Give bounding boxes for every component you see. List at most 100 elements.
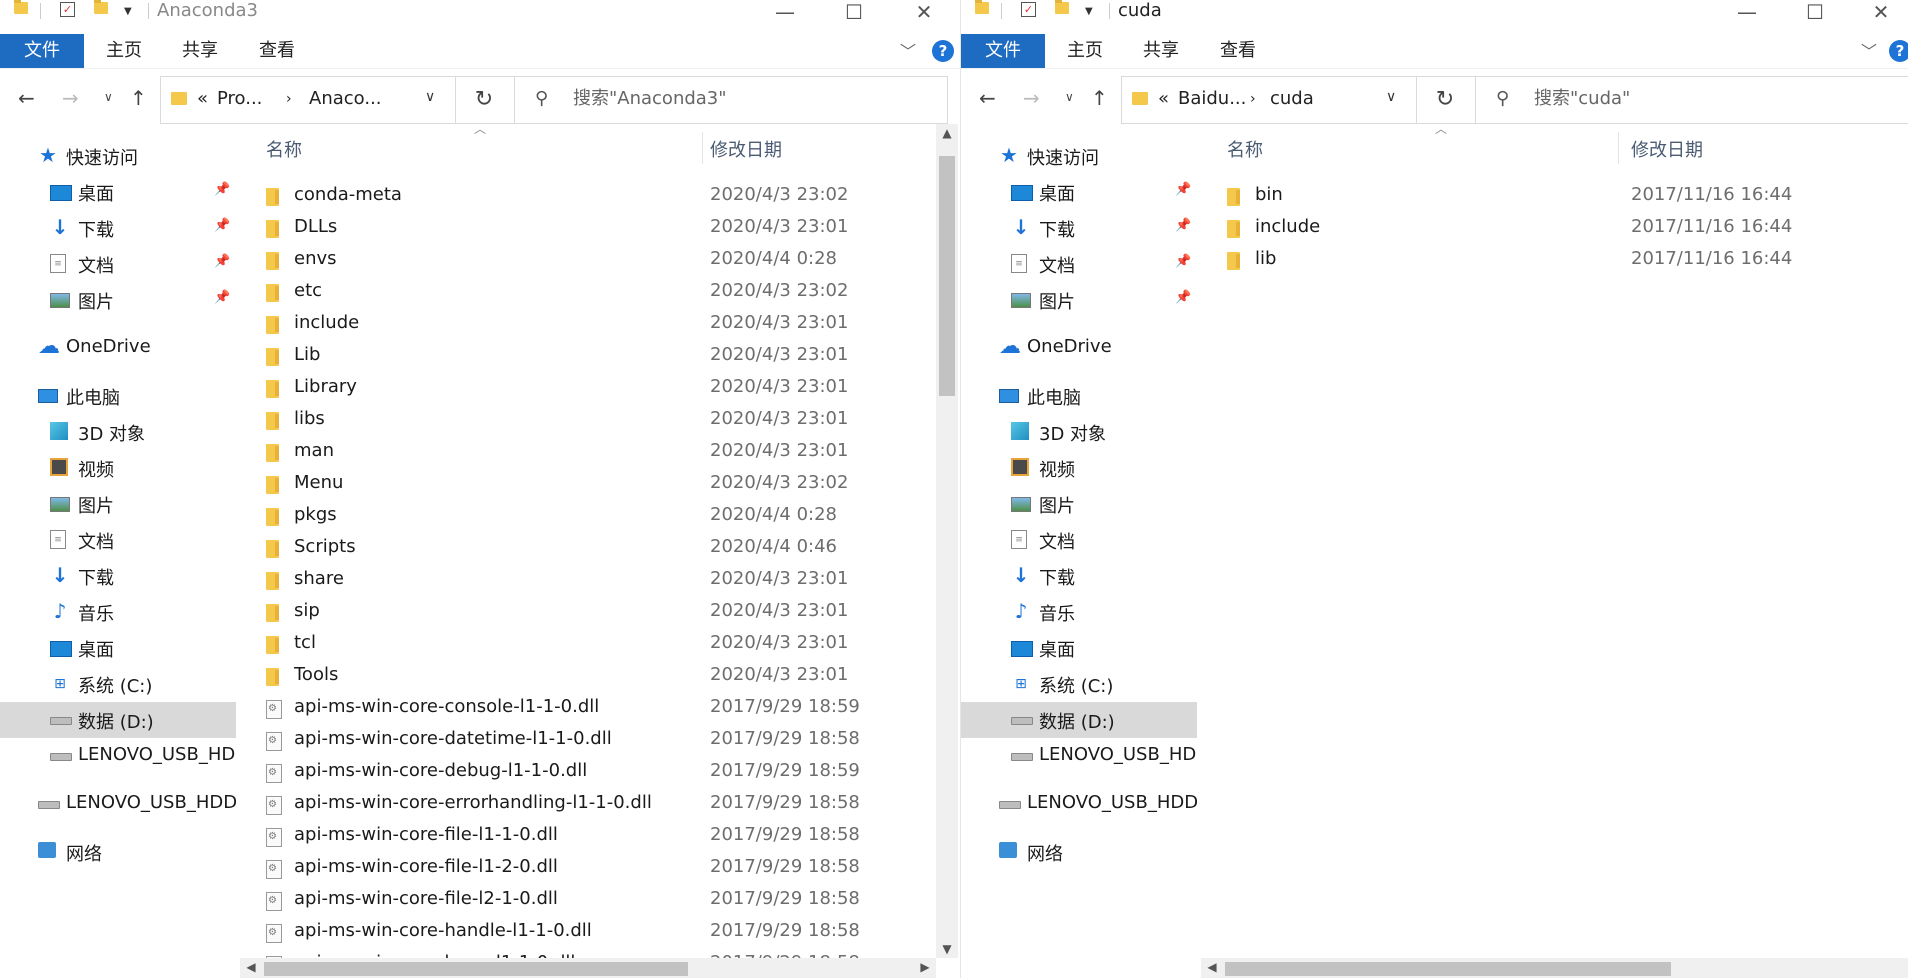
file-row[interactable]: include 2020/4/3 23:01 <box>266 308 906 340</box>
tab-share[interactable]: 共享 <box>1143 34 1179 68</box>
nav-item[interactable]: ↓ 下载 📌 <box>0 210 236 246</box>
nav-item[interactable]: 3D 对象 <box>0 414 236 450</box>
vertical-scrollbar[interactable]: ▲ ▼ <box>936 124 958 958</box>
search-box[interactable]: ⚲ <box>1475 76 1908 124</box>
breadcrumb-item[interactable]: Baidu... <box>1178 88 1246 109</box>
breadcrumb-overflow[interactable]: « <box>1158 88 1169 109</box>
horizontal-scrollbar[interactable]: ◀ <box>1201 958 1908 978</box>
horizontal-scrollbar[interactable]: ◀ ▶ <box>240 958 936 978</box>
back-arrow-icon[interactable]: ← <box>979 86 996 110</box>
tab-view[interactable]: 查看 <box>259 34 295 68</box>
up-arrow-icon[interactable]: ↑ <box>130 86 147 110</box>
file-row[interactable]: Library 2020/4/3 23:01 <box>266 372 906 404</box>
file-row[interactable]: api-ms-win-core-console-l1-1-0.dll 2017/9… <box>266 692 906 724</box>
breadcrumb-item[interactable]: Anaco... <box>309 88 382 109</box>
nav-item[interactable]: ☁ OneDrive <box>961 330 1197 366</box>
nav-item[interactable]: ≡ 文档 <box>961 522 1197 558</box>
properties-check-icon[interactable]: ✓ <box>60 2 75 17</box>
nav-item[interactable]: ≡ 文档 📌 <box>0 246 236 282</box>
tab-home[interactable]: 主页 <box>1067 34 1103 68</box>
new-folder-icon[interactable] <box>1055 0 1069 14</box>
nav-item[interactable]: ⊞ 系统 (C:) <box>961 666 1197 702</box>
tab-file[interactable]: 文件 <box>961 34 1045 68</box>
column-header-date[interactable]: 修改日期 <box>710 136 782 162</box>
nav-item[interactable]: 桌面 <box>0 630 236 666</box>
nav-item[interactable]: ≡ 文档 📌 <box>961 246 1197 282</box>
close-button[interactable]: ✕ <box>904 0 944 24</box>
column-header-date[interactable]: 修改日期 <box>1631 136 1703 162</box>
up-arrow-icon[interactable]: ↑ <box>1091 86 1108 110</box>
nav-item[interactable]: 此电脑 <box>0 378 236 414</box>
file-row[interactable]: share 2020/4/3 23:01 <box>266 564 906 596</box>
file-row[interactable]: bin 2017/11/16 16:44 <box>1227 180 1867 212</box>
nav-item[interactable]: 此电脑 <box>961 378 1197 414</box>
file-row[interactable]: conda-meta 2020/4/3 23:02 <box>266 180 906 212</box>
nav-item[interactable]: 图片 <box>961 486 1197 522</box>
pin-icon[interactable]: 📌 <box>214 254 230 269</box>
scrollbar-thumb[interactable] <box>1225 962 1671 976</box>
file-row[interactable]: Lib 2020/4/3 23:01 <box>266 340 906 372</box>
help-icon[interactable]: ? <box>932 40 954 62</box>
nav-item[interactable]: LENOVO_USB_HDD <box>961 786 1197 822</box>
nav-item[interactable]: 图片 <box>0 486 236 522</box>
scroll-left-arrow-icon[interactable]: ◀ <box>240 960 262 974</box>
nav-item[interactable]: ♪ 音乐 <box>961 594 1197 630</box>
new-folder-icon[interactable] <box>94 0 108 14</box>
pin-icon[interactable]: 📌 <box>1175 182 1191 197</box>
breadcrumb-overflow[interactable]: « <box>197 88 208 109</box>
nav-item[interactable]: ☁ OneDrive <box>0 330 236 366</box>
tab-share[interactable]: 共享 <box>182 34 218 68</box>
file-row[interactable]: libs 2020/4/3 23:01 <box>266 404 906 436</box>
nav-item[interactable]: 图片 📌 <box>0 282 236 318</box>
address-dropdown-chevron-icon[interactable]: ∨ <box>425 89 435 105</box>
file-row[interactable]: pkgs 2020/4/4 0:28 <box>266 500 906 532</box>
search-input[interactable] <box>1532 87 1836 110</box>
pin-icon[interactable]: 📌 <box>214 182 230 197</box>
minimize-button[interactable]: — <box>1727 0 1767 24</box>
customize-toolbar-arrow-icon[interactable]: ▼ <box>124 6 132 17</box>
pin-icon[interactable]: 📌 <box>1175 290 1191 305</box>
nav-item[interactable]: ↓ 下载 <box>0 558 236 594</box>
file-row[interactable]: api-ms-win-core-handle-l1-1-0.dll 2017/9/… <box>266 916 906 948</box>
file-row[interactable]: DLLs 2020/4/3 23:01 <box>266 212 906 244</box>
file-row[interactable]: sip 2020/4/3 23:01 <box>266 596 906 628</box>
tab-home[interactable]: 主页 <box>106 34 142 68</box>
file-row[interactable]: envs 2020/4/4 0:28 <box>266 244 906 276</box>
breadcrumb-separator-icon[interactable]: › <box>1250 91 1256 107</box>
file-row[interactable]: man 2020/4/3 23:01 <box>266 436 906 468</box>
nav-item[interactable]: 3D 对象 <box>961 414 1197 450</box>
nav-item[interactable]: 数据 (D:) <box>0 702 236 738</box>
nav-item[interactable]: 桌面 📌 <box>961 174 1197 210</box>
nav-item[interactable]: ⊞ 系统 (C:) <box>0 666 236 702</box>
back-arrow-icon[interactable]: ← <box>18 86 35 110</box>
column-separator[interactable] <box>702 132 703 164</box>
file-row[interactable]: api-ms-win-core-debug-l1-1-0.dll 2017/9/2… <box>266 756 906 788</box>
pin-icon[interactable]: 📌 <box>1175 254 1191 269</box>
nav-item[interactable]: LENOVO_USB_HDD <box>961 738 1197 774</box>
tab-view[interactable]: 查看 <box>1220 34 1256 68</box>
forward-arrow-icon[interactable]: → <box>1023 86 1040 110</box>
pin-icon[interactable]: 📌 <box>214 218 230 233</box>
scroll-right-arrow-icon[interactable]: ▶ <box>914 960 936 974</box>
nav-item[interactable]: 视频 <box>961 450 1197 486</box>
column-header-name[interactable]: 名称 <box>266 136 302 162</box>
nav-item[interactable]: ★ 快速访问 <box>0 138 236 174</box>
address-dropdown-chevron-icon[interactable]: ∨ <box>1386 89 1396 105</box>
customize-toolbar-arrow-icon[interactable]: ▼ <box>1085 6 1093 17</box>
minimize-button[interactable]: — <box>765 0 805 24</box>
tab-file[interactable]: 文件 <box>0 34 84 68</box>
close-button[interactable]: ✕ <box>1861 0 1901 24</box>
search-box[interactable]: ⚲ <box>514 76 948 124</box>
nav-item[interactable]: ↓ 下载 <box>961 558 1197 594</box>
expand-ribbon-chevron-icon[interactable]: ﹀ <box>1861 38 1877 62</box>
file-row[interactable]: lib 2017/11/16 16:44 <box>1227 244 1867 276</box>
column-header-name[interactable]: 名称 <box>1227 136 1263 162</box>
column-separator[interactable] <box>1618 132 1619 164</box>
nav-item[interactable]: LENOVO_USB_HDD <box>0 738 236 774</box>
file-row[interactable]: api-ms-win-core-file-l1-1-0.dll 2017/9/29… <box>266 820 906 852</box>
file-row[interactable]: api-ms-win-core-errorhandling-l1-1-0.dll… <box>266 788 906 820</box>
scroll-down-arrow-icon[interactable]: ▼ <box>936 942 958 956</box>
scroll-up-arrow-icon[interactable]: ▲ <box>936 126 958 140</box>
recent-locations-chevron-icon[interactable]: ∨ <box>1065 90 1074 104</box>
nav-item[interactable]: ★ 快速访问 <box>961 138 1197 174</box>
